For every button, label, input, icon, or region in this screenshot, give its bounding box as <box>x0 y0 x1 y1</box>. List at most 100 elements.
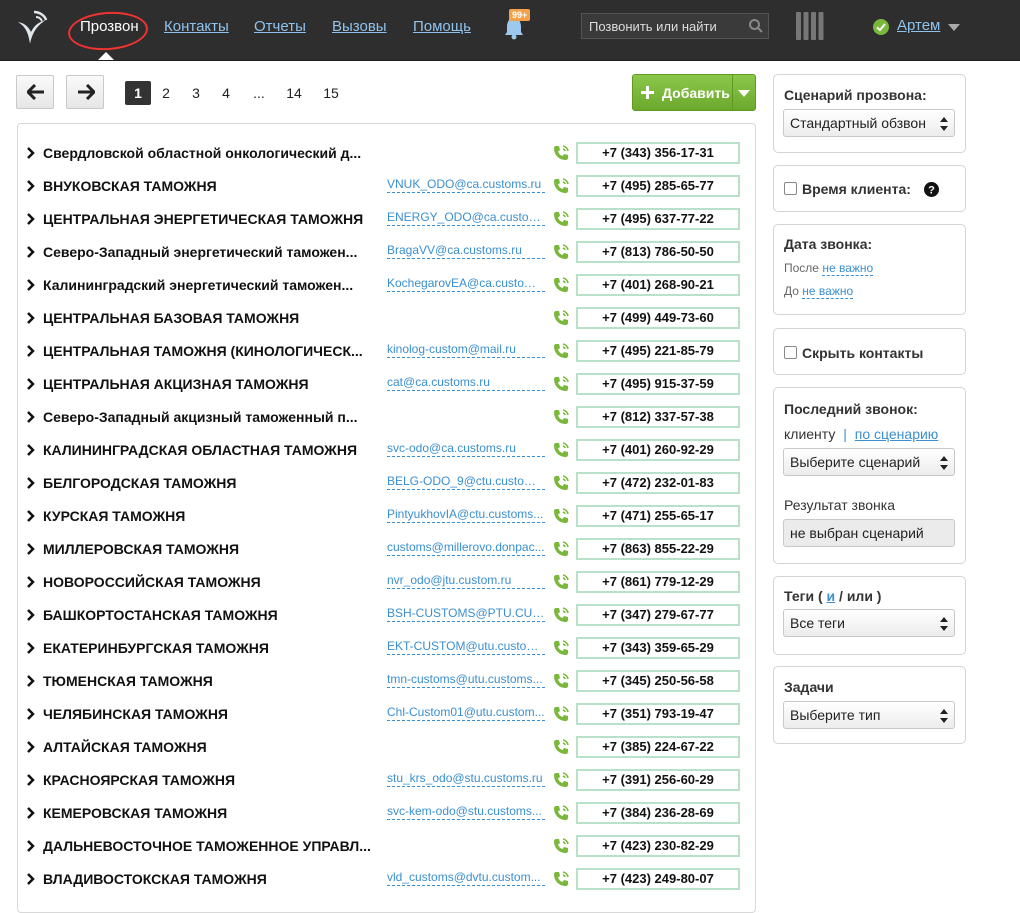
contact-phone-button[interactable]: +7 (495) 637-77-22 <box>576 208 740 230</box>
contact-phone-button[interactable]: +7 (391) 256-60-29 <box>576 769 740 791</box>
contact-name[interactable]: Северо-Западный энергетический таможен..… <box>43 244 389 260</box>
contact-email-link[interactable]: cat@ca.customs.ru <box>387 374 545 391</box>
contact-row[interactable]: КУРСКАЯ ТАМОЖНЯ PintyukhovIA@ctu.customs.… <box>18 500 755 533</box>
page-link-4[interactable]: 4 <box>221 81 231 105</box>
contact-row[interactable]: Северо-Западный энергетический таможен..… <box>18 236 755 269</box>
contact-row[interactable]: НОВОРОССИЙСКАЯ ТАМОЖНЯ nvr_odo@jtu.custom… <box>18 566 755 599</box>
contact-row[interactable]: МИЛЛЕРОВСКАЯ ТАМОЖНЯ customs@millerovo.do… <box>18 533 755 566</box>
nav-item-help[interactable]: Помощь <box>413 18 471 35</box>
contact-row[interactable]: Калининградский энергетический таможен..… <box>18 269 755 302</box>
contact-phone-button[interactable]: +7 (812) 337-57-38 <box>576 406 740 428</box>
contact-phone-button[interactable]: +7 (863) 855-22-29 <box>576 538 740 560</box>
call-phone-icon[interactable] <box>553 508 569 524</box>
contact-name[interactable]: КЕМЕРОВСКАЯ ТАМОЖНЯ <box>43 805 389 821</box>
chevron-right-icon[interactable] <box>26 213 35 225</box>
chevron-right-icon[interactable] <box>26 741 35 753</box>
contact-email-link[interactable]: EKT-CUSTOM@utu.custom... <box>387 638 545 655</box>
call-phone-icon[interactable] <box>553 871 569 887</box>
phone-lines-icon[interactable] <box>796 12 824 40</box>
contact-email-link[interactable]: svc-kem-odo@stu.customs... <box>387 803 545 820</box>
call-phone-icon[interactable] <box>553 838 569 854</box>
contact-phone-button[interactable]: +7 (861) 779-12-29 <box>576 571 740 593</box>
contact-phone-button[interactable]: +7 (813) 786-50-50 <box>576 241 740 263</box>
chevron-right-icon[interactable] <box>26 840 35 852</box>
contact-row[interactable]: БАШКОРТОСТАНСКАЯ ТАМОЖНЯ BSH-CUSTOMS@PTU.… <box>18 599 755 632</box>
call-phone-icon[interactable] <box>553 541 569 557</box>
contact-row[interactable]: ТЮМЕНСКАЯ ТАМОЖНЯ tmn-customs@utu.customs… <box>18 665 755 698</box>
chevron-right-icon[interactable] <box>26 873 35 885</box>
contact-email-link[interactable]: svc-odo@ca.customs.ru <box>387 440 545 457</box>
chevron-right-icon[interactable] <box>26 675 35 687</box>
contact-phone-button[interactable]: +7 (495) 285-65-77 <box>576 175 740 197</box>
contact-row[interactable]: ЦЕНТРАЛЬНАЯ БАЗОВАЯ ТАМОЖНЯ +7 (499) 449-… <box>18 302 755 335</box>
contact-email-link[interactable]: BSH-CUSTOMS@PTU.CUST... <box>387 605 545 622</box>
contact-name[interactable]: ВЛАДИВОСТОКСКАЯ ТАМОЖНЯ <box>43 871 389 887</box>
add-button[interactable]: Добавить <box>632 74 756 111</box>
contact-email-link[interactable]: ENERGY_ODO@ca.customs... <box>387 209 545 226</box>
nav-item-calls[interactable]: Вызовы <box>332 18 387 35</box>
contact-row[interactable]: ЧЕЛЯБИНСКАЯ ТАМОЖНЯ Chl-Custom01@utu.cust… <box>18 698 755 731</box>
contact-name[interactable]: Калининградский энергетический таможен..… <box>43 277 389 293</box>
contact-phone-button[interactable]: +7 (423) 230-82-29 <box>576 835 740 857</box>
tags-select[interactable]: Все теги <box>783 609 955 637</box>
chevron-right-icon[interactable] <box>26 345 35 357</box>
contact-email-link[interactable]: KochegarovEA@ca.customs... <box>387 275 545 292</box>
chevron-right-icon[interactable] <box>26 180 35 192</box>
contact-email-link[interactable]: kinolog-custom@mail.ru <box>387 341 545 358</box>
tasks-select[interactable]: Выберите тип <box>783 701 955 729</box>
contact-name[interactable]: БАШКОРТОСТАНСКАЯ ТАМОЖНЯ <box>43 607 389 623</box>
call-phone-icon[interactable] <box>553 772 569 788</box>
last-call-by-scenario-link[interactable]: по сценарию <box>855 426 939 442</box>
chevron-right-icon[interactable] <box>26 378 35 390</box>
contact-phone-button[interactable]: +7 (351) 793-19-47 <box>576 703 740 725</box>
contact-name[interactable]: ЦЕНТРАЛЬНАЯ АКЦИЗНАЯ ТАМОЖНЯ <box>43 376 389 392</box>
call-phone-icon[interactable] <box>553 739 569 755</box>
contact-row[interactable]: ЕКАТЕРИНБУРГСКАЯ ТАМОЖНЯ EKT-CUSTOM@utu.c… <box>18 632 755 665</box>
chevron-right-icon[interactable] <box>26 411 35 423</box>
call-phone-icon[interactable] <box>553 640 569 656</box>
tags-or-option[interactable]: или ) <box>847 588 882 604</box>
contact-phone-button[interactable]: +7 (401) 268-90-21 <box>576 274 740 296</box>
call-date-before-link[interactable]: не важно <box>802 284 854 299</box>
chevron-right-icon[interactable] <box>26 774 35 786</box>
contact-name[interactable]: Свердловской областной онкологический д.… <box>43 145 389 161</box>
contact-email-link[interactable]: customs@millerovo.donpac... <box>387 539 545 556</box>
chevron-right-icon[interactable] <box>26 807 35 819</box>
chevron-right-icon[interactable] <box>26 246 35 258</box>
search-icon[interactable] <box>748 18 764 34</box>
chevron-right-icon[interactable] <box>26 477 35 489</box>
nav-item-reports[interactable]: Отчеты <box>254 18 306 35</box>
contact-email-link[interactable]: Chl-Custom01@utu.custom... <box>387 704 545 721</box>
contact-email-link[interactable]: nvr_odo@jtu.custom.ru <box>387 572 545 589</box>
contact-name[interactable]: ВНУКОВСКАЯ ТАМОЖНЯ <box>43 178 389 194</box>
call-phone-icon[interactable] <box>553 409 569 425</box>
contact-phone-button[interactable]: +7 (471) 255-65-17 <box>576 505 740 527</box>
contact-phone-button[interactable]: +7 (495) 915-37-59 <box>576 373 740 395</box>
call-phone-icon[interactable] <box>553 244 569 260</box>
contact-phone-button[interactable]: +7 (472) 232-01-83 <box>576 472 740 494</box>
contact-row[interactable]: Северо-Западный акцизный таможенный п...… <box>18 401 755 434</box>
contact-name[interactable]: КРАСНОЯРСКАЯ ТАМОЖНЯ <box>43 772 389 788</box>
chevron-right-icon[interactable] <box>26 576 35 588</box>
contact-phone-button[interactable]: +7 (345) 250-56-58 <box>576 670 740 692</box>
contact-name[interactable]: КУРСКАЯ ТАМОЖНЯ <box>43 508 389 524</box>
chevron-right-icon[interactable] <box>26 543 35 555</box>
contact-email-link[interactable]: stu_krs_odo@stu.customs.ru <box>387 770 545 787</box>
contact-email-link[interactable]: BragaVV@ca.customs.ru <box>387 242 545 259</box>
contact-phone-button[interactable]: +7 (423) 249-80-07 <box>576 868 740 890</box>
contact-row[interactable]: ЦЕНТРАЛЬНАЯ АКЦИЗНАЯ ТАМОЖНЯ cat@ca.custo… <box>18 368 755 401</box>
contact-name[interactable]: Северо-Западный акцизный таможенный п... <box>43 409 389 425</box>
contact-phone-button[interactable]: +7 (385) 224-67-22 <box>576 736 740 758</box>
contact-name[interactable]: ДАЛЬНЕВОСТОЧНОЕ ТАМОЖЕННОЕ УПРАВЛ... <box>43 838 389 854</box>
contact-phone-button[interactable]: +7 (401) 260-92-29 <box>576 439 740 461</box>
contact-email-link[interactable]: tmn-customs@utu.customs... <box>387 671 545 688</box>
page-link-15[interactable]: 15 <box>322 81 340 105</box>
contact-email-link[interactable]: PintyukhovIA@ctu.customs... <box>387 506 545 523</box>
app-logo-icon[interactable] <box>14 8 50 48</box>
contact-name[interactable]: МИЛЛЕРОВСКАЯ ТАМОЖНЯ <box>43 541 389 557</box>
contact-phone-button[interactable]: +7 (343) 356-17-31 <box>576 142 740 164</box>
contact-name[interactable]: ЕКАТЕРИНБУРГСКАЯ ТАМОЖНЯ <box>43 640 389 656</box>
chevron-right-icon[interactable] <box>26 147 35 159</box>
call-phone-icon[interactable] <box>553 211 569 227</box>
next-page-button[interactable] <box>66 75 104 109</box>
